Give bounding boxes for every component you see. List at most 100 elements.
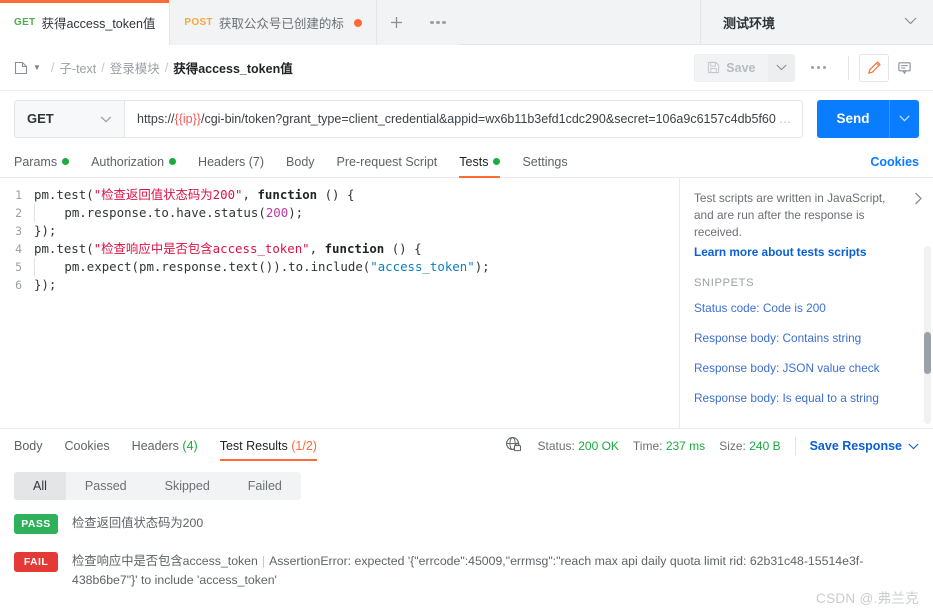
breadcrumb-separator: /: [164, 60, 169, 75]
size-value: 240 B: [749, 438, 781, 453]
code-token: pm.test(: [34, 187, 94, 202]
folder-icon: [14, 61, 28, 74]
time-label: Time:: [632, 438, 663, 453]
code-token: () {: [384, 241, 422, 256]
tab-label: Test Results: [219, 438, 288, 453]
snippet-contains-string[interactable]: Response body: Contains string: [694, 331, 917, 345]
save-response-label: Save Response: [809, 438, 902, 453]
save-label: Save: [726, 60, 756, 75]
snippets-scrollbar-track[interactable]: [924, 246, 931, 425]
chevron-down-icon: [899, 115, 910, 122]
tab-settings[interactable]: Settings: [511, 146, 578, 177]
collection-picker[interactable]: ▼: [14, 61, 41, 75]
comment-icon: [897, 62, 911, 75]
code-text: });: [34, 222, 56, 240]
unsaved-changes-dot: [353, 18, 362, 27]
status-badge-fail: FAIL: [14, 552, 58, 573]
request-tab-0[interactable]: GET 获得access_token值: [0, 0, 171, 45]
line-number: 4: [15, 242, 22, 256]
learn-more-link[interactable]: Learn more about tests scripts: [694, 245, 917, 259]
comments-button[interactable]: [889, 53, 919, 82]
code-text: pm.test("检查响应中是否包含access_token", functio…: [34, 240, 422, 258]
new-tab-button[interactable]: [376, 0, 417, 45]
test-results-list: PASS 检查返回值状态码为200 FAIL 检查响应中是否包含access_t…: [0, 500, 933, 615]
request-more-actions-button[interactable]: [810, 65, 826, 70]
response-status-group: Status: 200 OK Time: 237 ms Size: 240 B …: [505, 436, 919, 456]
tab-headers[interactable]: Headers (7): [187, 146, 275, 177]
response-tab-test-results[interactable]: Test Results (1/2): [219, 429, 318, 463]
tab-pre-request-script[interactable]: Pre-request Script: [326, 146, 449, 177]
result-separator: |: [261, 554, 266, 569]
indent-guide: [34, 204, 42, 222]
save-options-button[interactable]: [768, 53, 795, 82]
url-bar-row: GET https://{{ip}}/cgi-bin/token?grant_t…: [0, 91, 933, 146]
snippet-is-equal-to-string[interactable]: Response body: Is equal to a string: [694, 391, 917, 405]
response-tabs-row: Body Cookies Headers (4) Test Results (1…: [0, 428, 933, 463]
tab-label: Pre-request Script: [336, 154, 438, 169]
code-line: 5 pm.expect(pm.response.text()).to.inclu…: [0, 258, 679, 276]
code-token: });: [34, 277, 57, 292]
snippets-scrollbar-thumb[interactable]: [924, 332, 931, 374]
breadcrumb-item-folder[interactable]: 登录模块: [110, 58, 160, 77]
tests-editor-area: 1 pm.test("检查返回值状态码为200", function () {2 …: [0, 178, 933, 429]
code-line: 1 pm.test("检查返回值状态码为200", function () {: [0, 186, 679, 204]
tab-label: Settings: [522, 154, 568, 169]
code-text: pm.expect(pm.response.text()).to.include…: [34, 258, 490, 276]
save-response-button[interactable]: Save Response: [810, 439, 919, 453]
code-token: );: [474, 259, 490, 274]
snippets-panel: Test scripts are written in JavaScript, …: [680, 178, 933, 429]
tab-tests[interactable]: Tests: [448, 146, 511, 178]
save-disk-icon: [708, 61, 720, 74]
ellipsis-icon: [430, 20, 446, 25]
send-options-button[interactable]: [889, 99, 919, 138]
filter-skipped[interactable]: Skipped: [146, 472, 229, 500]
url-input[interactable]: https://{{ip}}/cgi-bin/token?grant_type=…: [124, 99, 803, 138]
line-number: 2: [15, 206, 22, 220]
edit-request-button[interactable]: [859, 53, 889, 82]
code-token: ,: [309, 241, 325, 256]
has-content-dot: [169, 158, 177, 165]
tests-code-editor[interactable]: 1 pm.test("检查返回值状态码为200", function () {2 …: [0, 178, 680, 429]
tab-body[interactable]: Body: [275, 146, 326, 177]
save-button[interactable]: Save: [694, 53, 769, 82]
response-tab-body[interactable]: Body: [14, 429, 43, 463]
code-token: "access_token": [370, 259, 475, 274]
code-text: pm.response.to.have.status(200);: [34, 204, 303, 222]
snippet-status-code[interactable]: Status code: Code is 200: [694, 301, 917, 315]
environment-selector[interactable]: 测试环境: [701, 0, 933, 44]
collapse-snippets-icon[interactable]: [914, 192, 923, 208]
code-line: 4 pm.test("检查响应中是否包含access_token", functi…: [0, 240, 679, 258]
tab-label: Tests: [459, 154, 489, 169]
url-variable: {{ip}}: [174, 111, 201, 126]
status-value: 200 OK: [578, 438, 619, 453]
cookies-link[interactable]: Cookies: [870, 146, 919, 177]
code-line: 2 pm.response.to.have.status(200);: [0, 204, 679, 222]
filter-all[interactable]: All: [14, 472, 66, 501]
response-tab-cookies[interactable]: Cookies: [65, 429, 110, 463]
tab-method-get: GET: [14, 17, 36, 28]
tab-method-post: POST: [184, 17, 213, 28]
request-tab-1[interactable]: POST 获取公众号已创建的标: [170, 0, 377, 45]
breadcrumb-item-collection[interactable]: 子-text: [59, 58, 96, 77]
request-tabs-spacer: [579, 146, 871, 177]
filter-passed[interactable]: Passed: [66, 472, 146, 500]
code-token: 200: [265, 205, 289, 220]
tab-params[interactable]: Params: [14, 146, 80, 177]
code-token: pm.expect(pm.response.text()).to.include…: [64, 259, 371, 274]
tab-authorization[interactable]: Authorization: [80, 146, 187, 177]
status-code-readout: Status: 200 OK: [538, 439, 619, 453]
status-badge-pass: PASS: [14, 514, 58, 535]
has-content-dot: [493, 158, 501, 165]
response-size-readout: Size: 240 B: [719, 439, 780, 453]
send-button[interactable]: Send: [817, 99, 889, 138]
response-tab-headers[interactable]: Headers (4): [132, 429, 198, 463]
tab-label: Cookies: [64, 438, 110, 453]
snippets-intro-text: Test scripts are written in JavaScript, …: [694, 191, 886, 240]
request-section-tabs: Params Authorization Headers (7) Body Pr…: [0, 146, 933, 178]
tab-bar-more-button[interactable]: [416, 0, 459, 45]
breadcrumb-separator: /: [101, 60, 105, 75]
filter-failed[interactable]: Failed: [229, 472, 301, 500]
snippet-json-value-check[interactable]: Response body: JSON value check: [694, 361, 917, 375]
code-token: pm.test(: [34, 241, 94, 256]
http-method-select[interactable]: GET: [14, 99, 124, 138]
